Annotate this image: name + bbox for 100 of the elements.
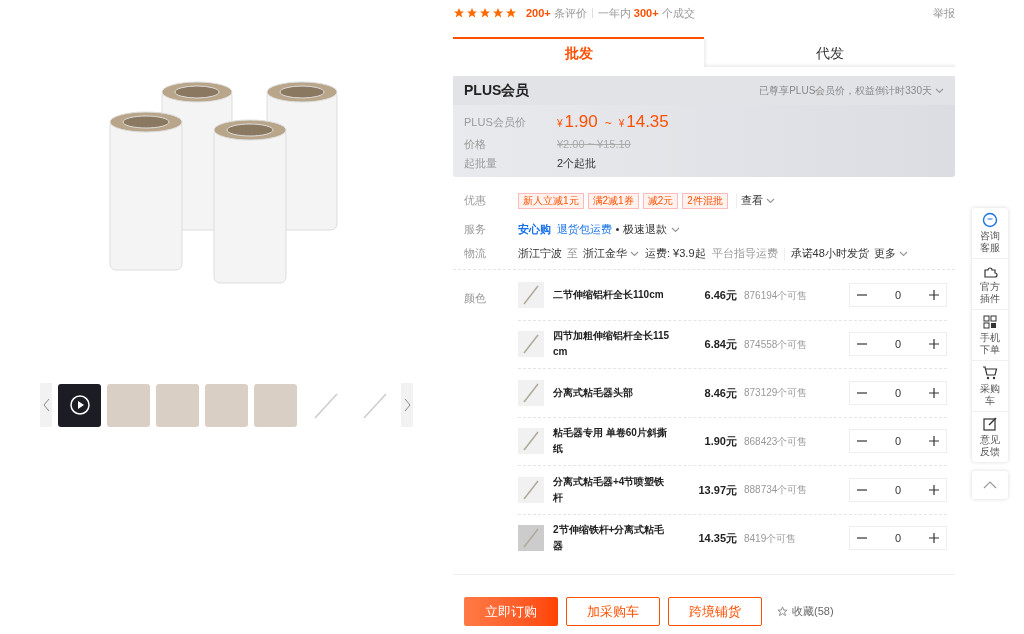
- star-icon: [505, 7, 517, 19]
- plus-icon: [929, 484, 939, 495]
- plus-icon: [929, 436, 939, 447]
- quantity-value: 0: [893, 385, 903, 401]
- cart-icon: [981, 365, 998, 381]
- rod-photo-placeholder: [518, 331, 544, 358]
- quantity-value: 0: [893, 434, 903, 449]
- variant-price: 8.46元: [703, 385, 737, 401]
- quantity-value: 0: [893, 288, 903, 303]
- chevron-down-icon: [765, 197, 775, 204]
- variant-price: 6.46元: [703, 288, 737, 303]
- price-label: 价格: [464, 136, 487, 152]
- promotion-tag: 2件混批: [682, 192, 728, 209]
- price-low: 1.90: [564, 111, 598, 133]
- star-icon: [479, 7, 491, 19]
- variant-price: 14.35元: [697, 531, 737, 546]
- rod-photo-placeholder: [518, 428, 544, 455]
- next-button[interactable]: [401, 383, 413, 427]
- plus-icon: [929, 533, 939, 544]
- star-icon: [777, 606, 788, 617]
- rod-photo-placeholder: [518, 282, 544, 309]
- sidebar-button[interactable]: 咨询客服: [971, 208, 1008, 258]
- ship-from: 浙江宁波: [518, 246, 562, 262]
- review-label: 条评价: [553, 5, 587, 21]
- sidebar-button[interactable]: 意见反馈: [971, 411, 1008, 462]
- chevron-down-icon: [671, 226, 680, 233]
- year-label: 一年内: [597, 5, 631, 21]
- chevron-right-icon: [403, 398, 411, 412]
- rod-photo-placeholder: [518, 525, 544, 552]
- variant-price: 6.84元: [703, 337, 737, 352]
- stock-count: 8419个可售: [744, 531, 798, 546]
- plus-icon: [929, 387, 939, 398]
- service-item: 极速退款: [623, 222, 667, 238]
- play-icon: [69, 395, 90, 415]
- chevron-up-icon: [982, 481, 997, 489]
- stock-count: 876194个可售: [744, 288, 809, 303]
- qr-code-icon: [981, 314, 998, 330]
- fee-note: 平台指导运费: [711, 246, 778, 262]
- bullet-icon: [616, 228, 619, 231]
- stock-count: 868423个可售: [744, 434, 809, 449]
- delivery-promise: 承诺48小时发货: [790, 246, 869, 262]
- previous-button[interactable]: [40, 383, 52, 427]
- chat-bubble-icon: [981, 212, 998, 228]
- sidebar-button[interactable]: 采购车: [971, 360, 1008, 411]
- view-button[interactable]: 查看: [740, 192, 775, 209]
- quantity-value: 0: [893, 531, 903, 546]
- photo-placeholder[interactable]: [58, 383, 101, 427]
- variant-price: 1.90元: [703, 434, 737, 449]
- stock-count: 888734个可售: [744, 483, 809, 498]
- min-order-label: 起批量: [464, 156, 498, 171]
- row-label: 颜色: [464, 291, 487, 306]
- plus-icon: [929, 339, 939, 350]
- row-label: 物流: [464, 246, 487, 262]
- quantity-value: 0: [893, 482, 903, 498]
- edit-icon: [981, 416, 998, 432]
- original-price: ¥2.00 ~ ¥15.10: [557, 136, 632, 152]
- price-high: 14.35: [626, 111, 669, 133]
- review-count: 200+: [526, 5, 551, 21]
- plus-title: PLUS会员: [464, 81, 530, 100]
- plus-price-label: PLUS会员价: [464, 114, 527, 130]
- row-label: 优惠: [464, 193, 487, 209]
- chevron-down-icon: [630, 250, 639, 257]
- deal-count: 300+: [633, 5, 659, 21]
- favorite-button[interactable]: 收藏(58): [777, 603, 834, 620]
- row-label: 服务: [464, 222, 487, 238]
- chevron-down-icon: [898, 250, 908, 257]
- currency-sign: ¥: [618, 117, 625, 131]
- quantity-value: 0: [893, 337, 903, 352]
- star-icon: [466, 7, 478, 19]
- rod-photo-placeholder: [518, 476, 544, 503]
- plus-icon: [929, 290, 939, 301]
- currency-sign: ¥: [557, 117, 563, 131]
- deal-label: 个成交: [661, 5, 695, 21]
- variant-name: 2节伸缩铁杆+分离式粘毛器: [553, 523, 666, 554]
- promotion-tag: 新人立减1元: [518, 192, 584, 209]
- variant-name: 分离式粘毛器+4节喷塑铁杆: [553, 474, 666, 505]
- promotion-tag: 减2元: [642, 192, 679, 209]
- min-order-value: 2个起批: [557, 156, 598, 171]
- variant-name: 四节加粗伸缩铝杆全长115cm: [553, 329, 671, 360]
- variant-name: 粘毛器专用 单卷60片斜撕纸: [553, 426, 668, 457]
- star-icon: [492, 7, 504, 19]
- star-icon: [453, 7, 465, 19]
- promotion-tag: 满2减1券: [587, 192, 639, 209]
- chevron-down-icon: [935, 87, 944, 94]
- sidebar-button[interactable]: 手机下单: [971, 309, 1008, 360]
- sidebar-button[interactable]: 官方插件: [971, 258, 1008, 309]
- variant-price: 13.97元: [697, 482, 737, 498]
- stock-count: 873129个可售: [744, 386, 809, 401]
- to-word: 至: [567, 246, 578, 262]
- service-brand: 安心购: [518, 222, 551, 238]
- variant-name: 分离式粘毛器头部: [553, 385, 634, 400]
- more-button[interactable]: 更多: [873, 245, 908, 262]
- tab[interactable]: 代发: [704, 37, 955, 67]
- rod-photo-placeholder: [518, 379, 544, 406]
- service-item: 退货包运费: [557, 222, 612, 238]
- shipping-fee: 运费: ¥3.9起: [645, 246, 706, 262]
- destination-dropdown[interactable]: 浙江金华: [583, 245, 639, 262]
- stock-count: 874558个可售: [744, 337, 809, 352]
- variant-name: 二节伸缩铝杆全长110cm: [553, 288, 665, 303]
- range-separator: ~: [604, 115, 612, 132]
